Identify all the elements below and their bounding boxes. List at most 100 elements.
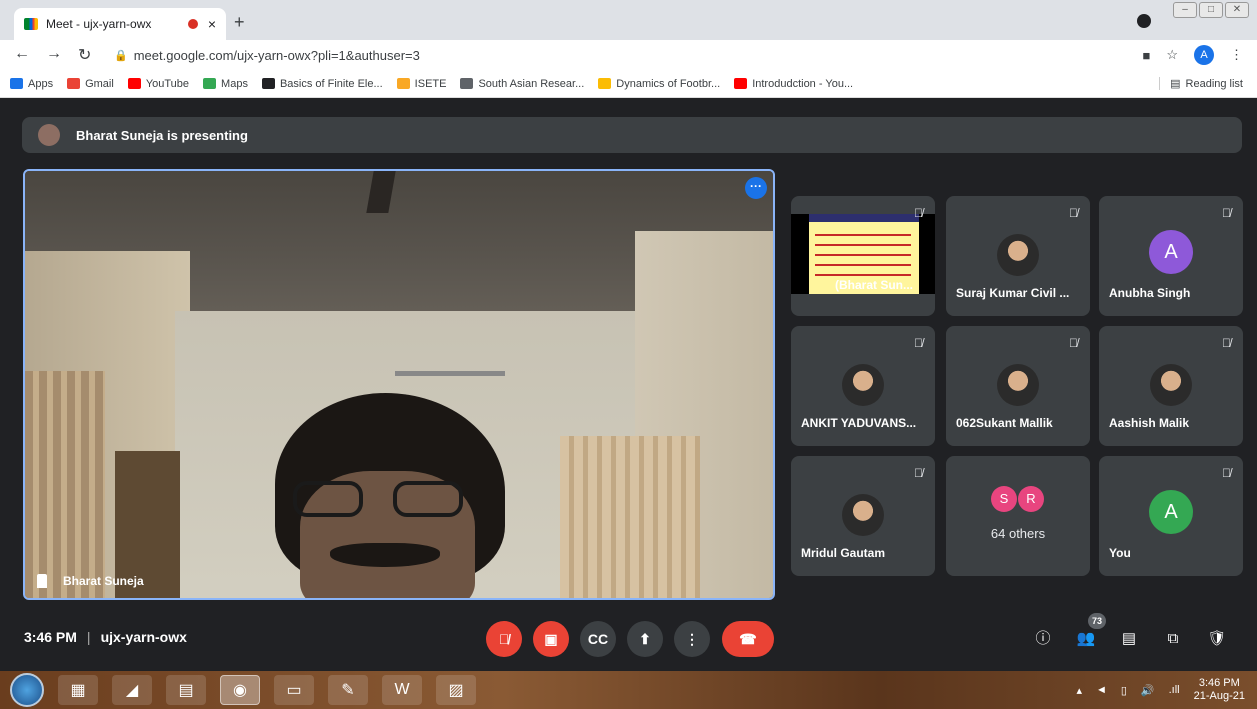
- camera-in-use-icon[interactable]: ■: [1142, 48, 1150, 63]
- tile-aashish[interactable]: 🎙̸ Aashish Malik: [1099, 326, 1243, 446]
- participant-photo: [842, 494, 884, 536]
- more-vert-icon: ⋮: [685, 630, 699, 647]
- participant-avatar: A: [1149, 490, 1193, 534]
- chrome-app-icon[interactable]: ◉: [220, 675, 260, 705]
- bookmark-item[interactable]: Maps: [203, 78, 248, 90]
- profile-avatar[interactable]: A: [1194, 45, 1214, 65]
- network-signal-icon[interactable]: .ıll: [1169, 684, 1180, 696]
- paint-app-icon[interactable]: ✎: [328, 675, 368, 705]
- profile-menu-icon[interactable]: [1137, 14, 1151, 28]
- presenter-avatar: [38, 124, 60, 146]
- windows-taskbar: ▦ ◢ ▤ ◉ ▭ ✎ W ▨ ▴ ◄ ▯ 🔊 .ıll 3:46 PM 21-…: [0, 671, 1257, 709]
- file-explorer-app-icon[interactable]: ▭: [274, 675, 314, 705]
- bookmark-item[interactable]: Introdudction - You...: [734, 78, 853, 90]
- bookmark-item[interactable]: Basics of Finite Ele...: [261, 78, 383, 90]
- system-tray: ▴ ◄ ▯ 🔊 .ıll 3:46 PM 21-Aug-21: [1076, 677, 1245, 703]
- present-screen-icon: ⬆: [639, 630, 651, 647]
- tile-sukant[interactable]: 🎙̸ 062Sukant Mallik: [946, 326, 1090, 446]
- bookmark-item[interactable]: YouTube: [127, 78, 189, 90]
- participant-avatar: A: [1149, 230, 1193, 274]
- tile-mridul[interactable]: 🎙̸ Mridul Gautam: [791, 456, 935, 576]
- taskbar-clock[interactable]: 3:46 PM 21-Aug-21: [1194, 677, 1245, 703]
- bookmark-item[interactable]: Apps: [10, 78, 53, 90]
- reload-icon[interactable]: ↻: [78, 45, 91, 65]
- tray-flag-icon[interactable]: ◄: [1096, 684, 1107, 696]
- bookmark-item[interactable]: South Asian Resear...: [460, 78, 584, 90]
- tab-close-icon[interactable]: ×: [208, 16, 216, 32]
- tile-presentation[interactable]: 🎙̸ (Bharat Sun...: [791, 196, 935, 316]
- app-icon[interactable]: ◢: [112, 675, 152, 705]
- address-bar-actions: ■ ☆ A ⋮: [1142, 45, 1243, 65]
- mic-off-icon: 🎙̸: [1222, 336, 1231, 350]
- video-glasses: [293, 481, 483, 521]
- mic-off-icon: 🎙̸: [914, 466, 923, 480]
- present-button[interactable]: ⬆: [627, 621, 663, 657]
- bookmark-item[interactable]: ISETE: [396, 78, 446, 90]
- reading-list-button[interactable]: ▤ Reading list: [1159, 77, 1243, 90]
- minimize-button[interactable]: –: [1173, 2, 1197, 18]
- separator: |: [86, 629, 91, 645]
- bookmark-star-icon[interactable]: ☆: [1166, 47, 1178, 63]
- maximize-button[interactable]: □: [1199, 2, 1223, 18]
- people-icon[interactable]: 👥: [1073, 626, 1099, 652]
- meet-favicon-icon: [24, 18, 38, 30]
- calculator-app-icon[interactable]: ▦: [58, 675, 98, 705]
- more-options-icon[interactable]: ···: [745, 177, 767, 199]
- main-speaker-video[interactable]: ··· Bharat Suneja: [23, 169, 775, 600]
- video-curtain: [25, 371, 105, 598]
- close-window-button[interactable]: ✕: [1225, 2, 1249, 18]
- tile-others[interactable]: S R 64 others: [946, 456, 1090, 576]
- new-tab-button[interactable]: +: [234, 12, 245, 33]
- tile-you[interactable]: 🎙̸ A You: [1099, 456, 1243, 576]
- bookmark-favicon-icon: [261, 78, 275, 89]
- browser-tabstrip: Meet - ujx-yarn-owx × + – □ ✕: [0, 0, 1257, 40]
- video-curtain: [560, 436, 700, 598]
- tile-suraj[interactable]: 🎙̸ Suraj Kumar Civil ...: [946, 196, 1090, 316]
- leave-call-button[interactable]: ☎: [722, 621, 774, 657]
- mic-off-icon: 🎙̸: [914, 336, 923, 350]
- mic-toggle-button[interactable]: 🎙̸: [486, 621, 522, 657]
- more-options-button[interactable]: ⋮: [674, 621, 710, 657]
- forward-arrow-icon[interactable]: →: [46, 45, 62, 65]
- mic-off-icon: 🎙̸: [1069, 206, 1078, 220]
- activities-icon[interactable]: ⧉: [1160, 626, 1186, 652]
- bookmark-favicon-icon: [396, 78, 410, 89]
- tray-expand-icon[interactable]: ▴: [1076, 684, 1082, 697]
- participant-photo: [997, 364, 1039, 406]
- video-mustache: [330, 543, 440, 567]
- volume-icon[interactable]: 🔊: [1141, 684, 1155, 697]
- bookmark-favicon-icon: [460, 78, 474, 89]
- pin-icon[interactable]: [37, 574, 47, 588]
- captions-icon: CC: [587, 631, 609, 647]
- captions-button[interactable]: CC: [580, 621, 616, 657]
- participant-avatar: S: [991, 486, 1017, 512]
- back-arrow-icon[interactable]: ←: [14, 45, 30, 65]
- tile-ankit[interactable]: 🎙̸ ANKIT YADUVANS...: [791, 326, 935, 446]
- bookmarks-bar: Apps Gmail YouTube Maps Basics of Finite…: [0, 70, 1257, 98]
- battery-icon[interactable]: ▯: [1121, 684, 1127, 697]
- gmail-icon: [67, 78, 81, 89]
- clock-date: 21-Aug-21: [1193, 690, 1245, 702]
- sheets-app-icon[interactable]: ▤: [166, 675, 206, 705]
- main-speaker-label: Bharat Suneja: [37, 574, 144, 588]
- meeting-details-icon[interactable]: ⓘ: [1030, 626, 1056, 652]
- browser-menu-icon[interactable]: ⋮: [1230, 47, 1243, 63]
- tile-anubha[interactable]: 🎙̸ A Anubha Singh: [1099, 196, 1243, 316]
- host-controls-icon[interactable]: 🛡: [1204, 626, 1230, 652]
- main-speaker-name: Bharat Suneja: [63, 574, 144, 588]
- camera-toggle-button[interactable]: ▣: [533, 621, 569, 657]
- bookmark-item[interactable]: Gmail: [67, 78, 114, 90]
- youtube-icon: [734, 78, 748, 89]
- chat-icon[interactable]: ▤: [1116, 626, 1142, 652]
- tab-meet[interactable]: Meet - ujx-yarn-owx ×: [14, 8, 226, 40]
- photos-app-icon[interactable]: ▨: [436, 675, 476, 705]
- meeting-time: 3:46 PM: [24, 629, 77, 645]
- bookmark-item[interactable]: Dynamics of Footbr...: [598, 78, 720, 90]
- lock-icon[interactable]: 🔒: [114, 49, 128, 62]
- apps-grid-icon: [10, 78, 23, 89]
- participant-count-badge: 73: [1088, 613, 1106, 629]
- window-controls: – □ ✕: [1173, 2, 1249, 18]
- url-field[interactable]: meet.google.com/ujx-yarn-owx?pli=1&authu…: [134, 48, 420, 63]
- word-app-icon[interactable]: W: [382, 675, 422, 705]
- start-button[interactable]: [10, 673, 44, 707]
